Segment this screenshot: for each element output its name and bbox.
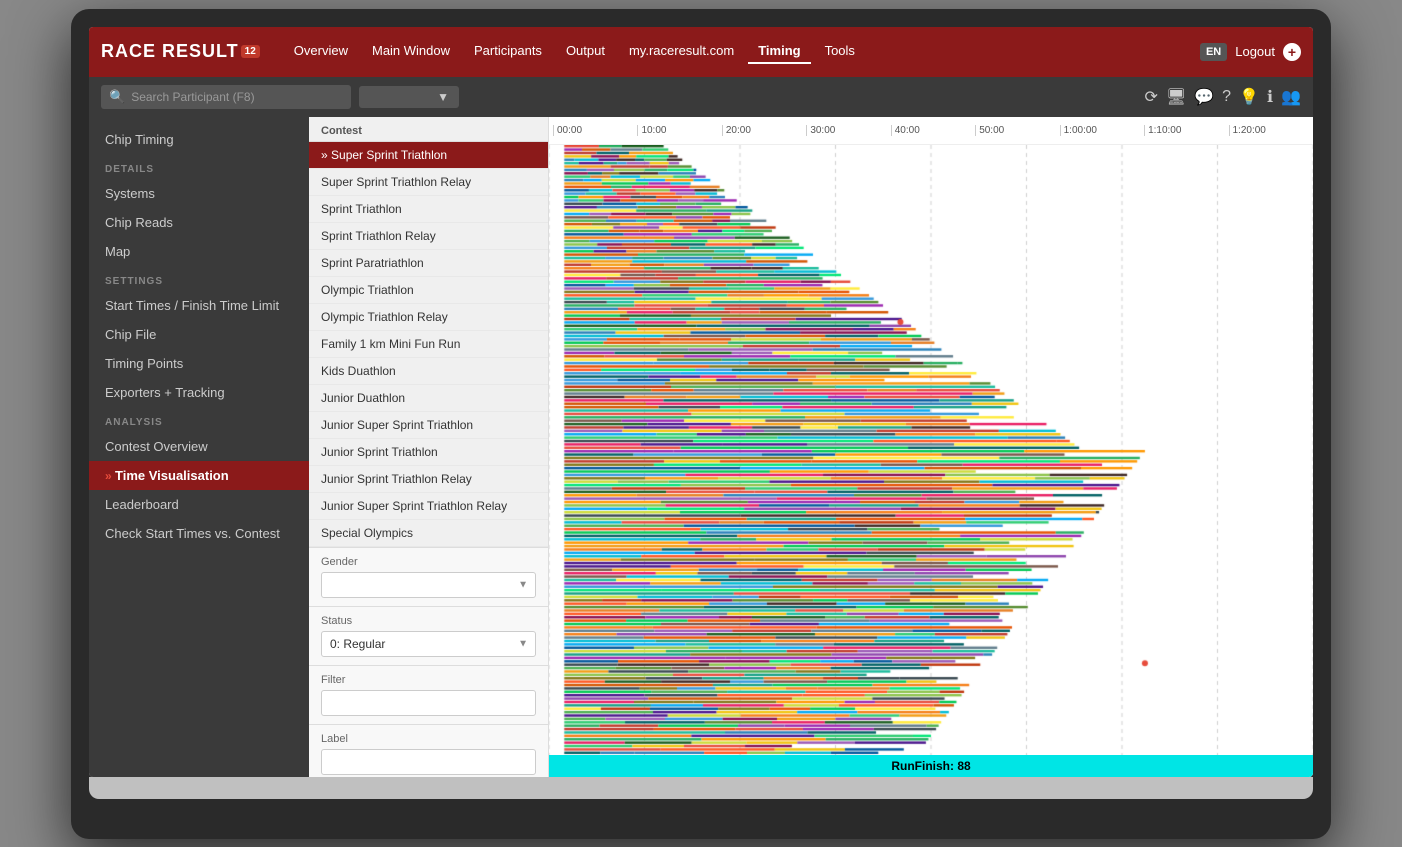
sidebar-check-start-times[interactable]: Check Start Times vs. Contest <box>89 519 309 548</box>
nav-timing[interactable]: Timing <box>748 39 810 64</box>
sidebar-time-visualisation[interactable]: Time Visualisation <box>89 461 309 490</box>
sidebar-systems[interactable]: Systems <box>89 179 309 208</box>
status-select-wrapper: 0: Regular 1: DNS 2: DNF ▼ <box>321 631 536 657</box>
refresh-icon[interactable]: ⟳ <box>1145 87 1158 107</box>
laptop-frame: RACE RESULT 12 Overview Main Window Part… <box>71 9 1331 839</box>
nav-main-window[interactable]: Main Window <box>362 39 460 64</box>
contest-item-8[interactable]: Kids Duathlon <box>309 358 548 385</box>
nav-output[interactable]: Output <box>556 39 615 64</box>
filter-input[interactable] <box>321 690 536 716</box>
timeline-tick-5: 50:00 <box>975 125 1059 136</box>
logo-area: RACE RESULT 12 <box>101 41 260 62</box>
search-bar: 🔍 ▼ ⟳ 🖥 💬 ? 💡 ℹ 👥 <box>89 77 1313 117</box>
logo-text: RACE RESULT <box>101 41 239 62</box>
nav-overview[interactable]: Overview <box>284 39 358 64</box>
timeline-header: 00:0010:0020:0030:0040:0050:001:00:001:1… <box>549 117 1313 145</box>
contest-item-6[interactable]: Olympic Triathlon Relay <box>309 304 548 331</box>
gender-select[interactable]: Male Female <box>321 572 536 598</box>
timeline-tick-8: 1:20:00 <box>1229 125 1313 136</box>
sidebar-timing-points[interactable]: Timing Points <box>89 349 309 378</box>
chart-body <box>549 145 1313 777</box>
run-finish-bar: RunFinish: 88 <box>549 755 1313 777</box>
nav-right: EN Logout + <box>1200 43 1301 61</box>
search-input[interactable] <box>131 90 331 104</box>
gender-label: Gender <box>321 556 536 568</box>
nav-tools[interactable]: Tools <box>815 39 865 64</box>
search-dropdown[interactable]: ▼ <box>359 86 459 108</box>
sidebar: Chip Timing DETAILS Systems Chip Reads M… <box>89 117 309 777</box>
monitor-icon[interactable]: 🖥 <box>1166 87 1186 107</box>
nav-links: Overview Main Window Participants Output… <box>284 39 1196 64</box>
filter-section: Filter <box>309 665 548 724</box>
sidebar-contest-overview[interactable]: Contest Overview <box>89 432 309 461</box>
timeline-tick-3: 30:00 <box>806 125 890 136</box>
label-label: Label <box>321 733 536 745</box>
bulb-icon[interactable]: 💡 <box>1239 87 1259 107</box>
contest-item-2[interactable]: Sprint Triathlon <box>309 196 548 223</box>
contest-item-7[interactable]: Family 1 km Mini Fun Run <box>309 331 548 358</box>
contest-item-14[interactable]: Special Olympics <box>309 520 548 547</box>
sidebar-exporters[interactable]: Exporters + Tracking <box>89 378 309 407</box>
contest-item-5[interactable]: Olympic Triathlon <box>309 277 548 304</box>
label-input[interactable] <box>321 749 536 775</box>
info-icon[interactable]: ℹ <box>1267 87 1273 107</box>
contest-item-3[interactable]: Sprint Triathlon Relay <box>309 223 548 250</box>
contest-item-0[interactable]: Super Sprint Triathlon <box>309 142 548 169</box>
contest-panel: Contest Super Sprint Triathlon Super Spr… <box>309 117 549 777</box>
search-wrap: 🔍 <box>101 85 351 109</box>
contest-item-11[interactable]: Junior Sprint Triathlon <box>309 439 548 466</box>
logout-button[interactable]: Logout <box>1235 44 1275 59</box>
run-finish-label: RunFinish: 88 <box>891 759 970 773</box>
dropdown-arrow-icon: ▼ <box>437 90 449 104</box>
contest-label: Contest <box>309 117 548 142</box>
gender-select-wrapper: Male Female ▼ <box>321 572 536 598</box>
users-icon[interactable]: 👥 <box>1281 87 1301 107</box>
sidebar-chip-file[interactable]: Chip File <box>89 320 309 349</box>
search-icon: 🔍 <box>109 89 125 105</box>
contest-list: Super Sprint Triathlon Super Sprint Tria… <box>309 142 548 547</box>
gender-filter-section: Gender Male Female ▼ <box>309 547 548 606</box>
sidebar-chip-reads[interactable]: Chip Reads <box>89 208 309 237</box>
contest-item-4[interactable]: Sprint Paratriathlon <box>309 250 548 277</box>
nav-my-raceresult[interactable]: my.raceresult.com <box>619 39 744 64</box>
main-layout: Chip Timing DETAILS Systems Chip Reads M… <box>89 117 1313 777</box>
visualization-canvas <box>549 145 1313 777</box>
contest-item-12[interactable]: Junior Sprint Triathlon Relay <box>309 466 548 493</box>
laptop-base <box>89 777 1313 799</box>
sidebar-map[interactable]: Map <box>89 237 309 266</box>
sidebar-section-analysis: ANALYSIS <box>89 407 309 432</box>
contest-item-13[interactable]: Junior Super Sprint Triathlon Relay <box>309 493 548 520</box>
contest-item-1[interactable]: Super Sprint Triathlon Relay <box>309 169 548 196</box>
timeline-tick-2: 20:00 <box>722 125 806 136</box>
sidebar-section-settings: SETTINGS <box>89 266 309 291</box>
top-nav: RACE RESULT 12 Overview Main Window Part… <box>89 27 1313 77</box>
contest-item-10[interactable]: Junior Super Sprint Triathlon <box>309 412 548 439</box>
language-button[interactable]: EN <box>1200 43 1227 61</box>
help-icon[interactable]: ? <box>1222 88 1231 106</box>
contest-item-9[interactable]: Junior Duathlon <box>309 385 548 412</box>
timeline-tick-6: 1:00:00 <box>1060 125 1144 136</box>
sidebar-chip-timing[interactable]: Chip Timing <box>89 125 309 154</box>
timeline-tick-7: 1:10:00 <box>1144 125 1228 136</box>
label-section: Label <box>309 724 548 777</box>
toolbar-icons: ⟳ 🖥 💬 ? 💡 ℹ 👥 <box>1145 87 1301 107</box>
nav-participants[interactable]: Participants <box>464 39 552 64</box>
status-label: Status <box>321 615 536 627</box>
timeline-tick-0: 00:00 <box>553 125 637 136</box>
sidebar-start-times[interactable]: Start Times / Finish Time Limit <box>89 291 309 320</box>
add-button[interactable]: + <box>1283 43 1301 61</box>
logo-version: 12 <box>241 45 260 58</box>
filter-label: Filter <box>321 674 536 686</box>
screen: RACE RESULT 12 Overview Main Window Part… <box>89 27 1313 777</box>
status-filter-section: Status 0: Regular 1: DNS 2: DNF ▼ <box>309 606 548 665</box>
status-select[interactable]: 0: Regular 1: DNS 2: DNF <box>321 631 536 657</box>
timeline-tick-1: 10:00 <box>637 125 721 136</box>
chat-icon[interactable]: 💬 <box>1194 87 1214 107</box>
sidebar-leaderboard[interactable]: Leaderboard <box>89 490 309 519</box>
sidebar-section-details: DETAILS <box>89 154 309 179</box>
timeline-tick-4: 40:00 <box>891 125 975 136</box>
viz-area: 00:0010:0020:0030:0040:0050:001:00:001:1… <box>549 117 1313 777</box>
